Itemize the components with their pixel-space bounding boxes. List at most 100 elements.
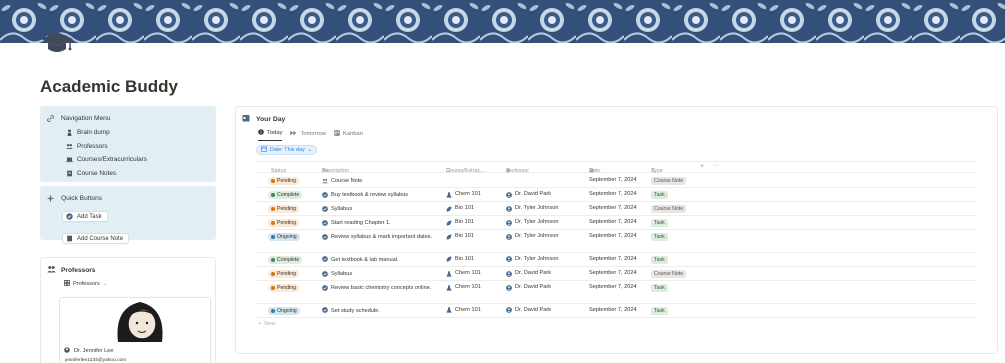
- description-cell[interactable]: Get textbook & lab manual.: [322, 256, 434, 265]
- description-cell[interactable]: Syllabus: [322, 205, 434, 214]
- notebook-icon: [66, 170, 73, 177]
- description-cell[interactable]: Course Note: [322, 177, 434, 186]
- course-cell[interactable]: Chem 101: [446, 284, 481, 291]
- description-text: Review basic chemistry concepts online.: [331, 285, 432, 292]
- table-row[interactable]: Pending Course Note September 7, 2024 Co…: [256, 174, 976, 189]
- leaf-icon: [446, 220, 452, 226]
- status-cell[interactable]: Pending: [268, 219, 300, 228]
- nav-item-course-notes[interactable]: Course Notes: [46, 167, 210, 181]
- description-cell[interactable]: Set study schedule.: [322, 307, 434, 316]
- status-cell[interactable]: Pending: [268, 205, 300, 214]
- type-cell[interactable]: Course Note: [651, 177, 687, 185]
- add-task-button[interactable]: Add Task: [62, 211, 108, 222]
- status-text: Pending: [277, 178, 297, 184]
- tab-tomorrow[interactable]: Tomorrow: [290, 129, 326, 141]
- course-text: Bio 101: [455, 255, 474, 262]
- professor-cell[interactable]: Dr. Tyler Johnson: [506, 219, 558, 226]
- description-cell[interactable]: Buy textbook & review syllabus: [322, 191, 434, 200]
- date-cell[interactable]: September 7, 2024: [589, 307, 637, 313]
- course-cell[interactable]: Chem 101: [446, 191, 481, 198]
- professors-panel: Professors Professors ⌄ Dr. Jennifer Lee…: [40, 257, 216, 363]
- status-cell[interactable]: Complete: [268, 255, 303, 264]
- date-cell[interactable]: September 7, 2024: [589, 284, 637, 290]
- tab-today[interactable]: Today: [258, 129, 283, 141]
- type-cell[interactable]: Task: [651, 191, 668, 200]
- graduation-cap-icon[interactable]: [40, 30, 74, 56]
- add-task-label: Add Task: [77, 213, 102, 220]
- date-cell[interactable]: September 7, 2024: [589, 256, 637, 262]
- professor-cell[interactable]: Dr. David Park: [506, 284, 551, 291]
- type-tag: Task: [651, 255, 668, 264]
- description-text: Get textbook & lab manual.: [331, 256, 399, 263]
- professors-view-selector[interactable]: Professors ⌄: [64, 280, 107, 288]
- professor-text: Dr. David Park: [515, 306, 552, 313]
- table-row[interactable]: Pending Review basic chemistry concepts …: [256, 281, 976, 304]
- table-row[interactable]: Complete Buy textbook & review syllabus …: [256, 188, 976, 203]
- description-text: Set study schedule.: [331, 307, 380, 314]
- table-row[interactable]: Ongoing Set study schedule. Chem 101 Dr.…: [256, 304, 976, 318]
- date-cell[interactable]: September 7, 2024: [589, 219, 637, 225]
- description-cell[interactable]: Review basic chemistry concepts online.: [322, 284, 434, 293]
- table-row[interactable]: Complete Get textbook & lab manual. Bio …: [256, 253, 976, 267]
- course-text: Bio 101: [455, 205, 474, 212]
- description-cell[interactable]: Syllabus: [322, 270, 434, 279]
- date-filter-chip[interactable]: Date: This day ⌄: [256, 145, 318, 155]
- professor-cell[interactable]: Dr. David Park: [506, 307, 551, 314]
- professor-cell[interactable]: Dr. David Park: [506, 270, 551, 277]
- type-cell[interactable]: Task: [651, 255, 668, 264]
- professor-cell[interactable]: Dr. Tyler Johnson: [506, 205, 558, 212]
- course-cell[interactable]: Bio 101: [446, 256, 474, 263]
- course-cell[interactable]: Bio 101: [446, 205, 474, 212]
- description-cell[interactable]: Review syllabus & mark important dates.: [322, 233, 434, 242]
- course-cell[interactable]: Bio 101: [446, 233, 474, 240]
- date-text: September 7, 2024: [589, 219, 637, 226]
- professor-cell[interactable]: Dr. Tyler Johnson: [506, 233, 558, 240]
- date-cell[interactable]: September 7, 2024: [589, 191, 637, 197]
- course-cell[interactable]: Chem 101: [446, 307, 481, 314]
- date-cell[interactable]: September 7, 2024: [589, 205, 637, 211]
- table-row[interactable]: Pending Syllabus Bio 101 Dr. Tyler Johns…: [256, 202, 976, 217]
- check-circle-icon: [322, 284, 328, 291]
- professor-cell[interactable]: Dr. David Park: [506, 191, 551, 198]
- check-circle-icon: [322, 307, 328, 313]
- navigation-callout: Navigation Menu Brain dump Professors Co…: [40, 106, 216, 182]
- date-cell[interactable]: September 7, 2024: [589, 177, 637, 183]
- type-cell[interactable]: Task: [651, 219, 668, 228]
- status-badge: Pending: [268, 270, 300, 278]
- date-cell[interactable]: September 7, 2024: [589, 270, 637, 276]
- status-cell[interactable]: Pending: [268, 177, 300, 185]
- course-cell[interactable]: Chem 101: [446, 270, 481, 277]
- add-course-note-button[interactable]: Add Course Note: [62, 233, 130, 244]
- status-cell[interactable]: Ongoing: [268, 306, 300, 315]
- professor-name: Dr. Jennifer Lee: [74, 348, 114, 354]
- type-cell[interactable]: Task: [651, 233, 668, 242]
- tab-kanban[interactable]: Kanban: [334, 129, 363, 141]
- type-cell[interactable]: Task: [651, 306, 668, 315]
- course-cell[interactable]: Bio 101: [446, 219, 474, 226]
- table-row[interactable]: Pending Syllabus Chem 101 Dr. David Park…: [256, 267, 976, 282]
- date-cell[interactable]: September 7, 2024: [589, 233, 637, 239]
- date-text: September 7, 2024: [589, 191, 637, 198]
- new-row-button[interactable]: + New: [258, 321, 275, 327]
- flask-icon: [446, 270, 452, 277]
- person-icon: [506, 270, 512, 277]
- table-row[interactable]: Pending Start reading Chapter 1. Bio 101…: [256, 216, 976, 231]
- type-cell[interactable]: Course Note: [651, 270, 687, 278]
- table-row[interactable]: Ongoing Review syllabus & mark important…: [256, 230, 976, 253]
- status-cell[interactable]: Pending: [268, 270, 300, 278]
- type-cell[interactable]: Task: [651, 284, 668, 293]
- nav-item-brain-dump[interactable]: Brain dump: [46, 126, 210, 140]
- status-cell[interactable]: Complete: [268, 191, 303, 200]
- add-column-button[interactable]: +: [700, 163, 704, 170]
- chevron-down-icon: ⌄: [102, 281, 108, 287]
- nav-item-professors[interactable]: Professors: [46, 140, 210, 154]
- more-options-button[interactable]: ···: [712, 162, 719, 169]
- nav-item-courses[interactable]: Courses/Extracurriculars: [46, 153, 210, 167]
- status-cell[interactable]: Ongoing: [268, 233, 300, 242]
- flask-icon: [446, 284, 452, 291]
- description-cell[interactable]: Start reading Chapter 1.: [322, 219, 434, 228]
- status-cell[interactable]: Pending: [268, 284, 300, 293]
- type-cell[interactable]: Course Note: [651, 205, 687, 214]
- professor-card[interactable]: Dr. Jennifer Lee jenniferlee1234@yahoo.c…: [59, 297, 211, 363]
- professor-cell[interactable]: Dr. Tyler Johnson: [506, 256, 558, 263]
